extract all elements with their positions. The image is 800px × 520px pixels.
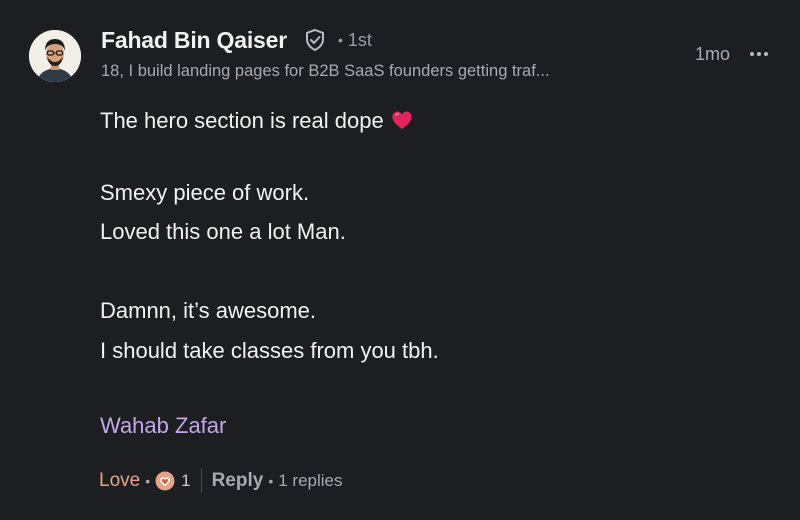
- comment-text-line-5: I should take classes from you tbh.: [100, 338, 439, 363]
- comment-text-line-1: The hero section is real dope: [100, 108, 384, 133]
- comment-text-line-3: Loved this one a lot Man.: [100, 219, 346, 244]
- heart-reaction-icon[interactable]: [155, 471, 175, 491]
- more-horizontal-icon[interactable]: [749, 44, 769, 64]
- red-heart-icon: [390, 109, 414, 131]
- avatar[interactable]: [29, 30, 81, 82]
- comment-text-line-2: Smexy piece of work.: [100, 180, 310, 205]
- mention-link[interactable]: Wahab Zafar: [100, 413, 226, 439]
- action-dot: •: [145, 473, 151, 489]
- reaction-count[interactable]: 1: [181, 471, 190, 491]
- author-headline: 18, I build landing pages for B2B SaaS f…: [101, 62, 550, 80]
- comment-text-line-4: Damnn, it’s awesome.: [100, 298, 317, 323]
- author-row: Fahad Bin Qaiser • 1st: [101, 24, 372, 56]
- comment-line-1: The hero section is real dope: [100, 108, 414, 134]
- love-reaction-button[interactable]: Love: [99, 470, 140, 492]
- comment-actions: Love • 1 Reply • 1 replies: [99, 466, 343, 496]
- shield-check-icon: [304, 28, 326, 52]
- comment: Fahad Bin Qaiser • 1st 18, I build landi…: [0, 0, 800, 520]
- connection-degree: 1st: [347, 29, 372, 50]
- avatar-image: [29, 30, 81, 82]
- reply-button[interactable]: Reply: [212, 470, 264, 492]
- replies-count-link[interactable]: 1 replies: [278, 471, 342, 491]
- degree-separator: •: [337, 32, 343, 48]
- author-name[interactable]: Fahad Bin Qaiser: [101, 27, 287, 54]
- action-dot: •: [268, 473, 274, 489]
- comment-timestamp: 1mo: [695, 44, 731, 64]
- action-divider: [200, 469, 202, 493]
